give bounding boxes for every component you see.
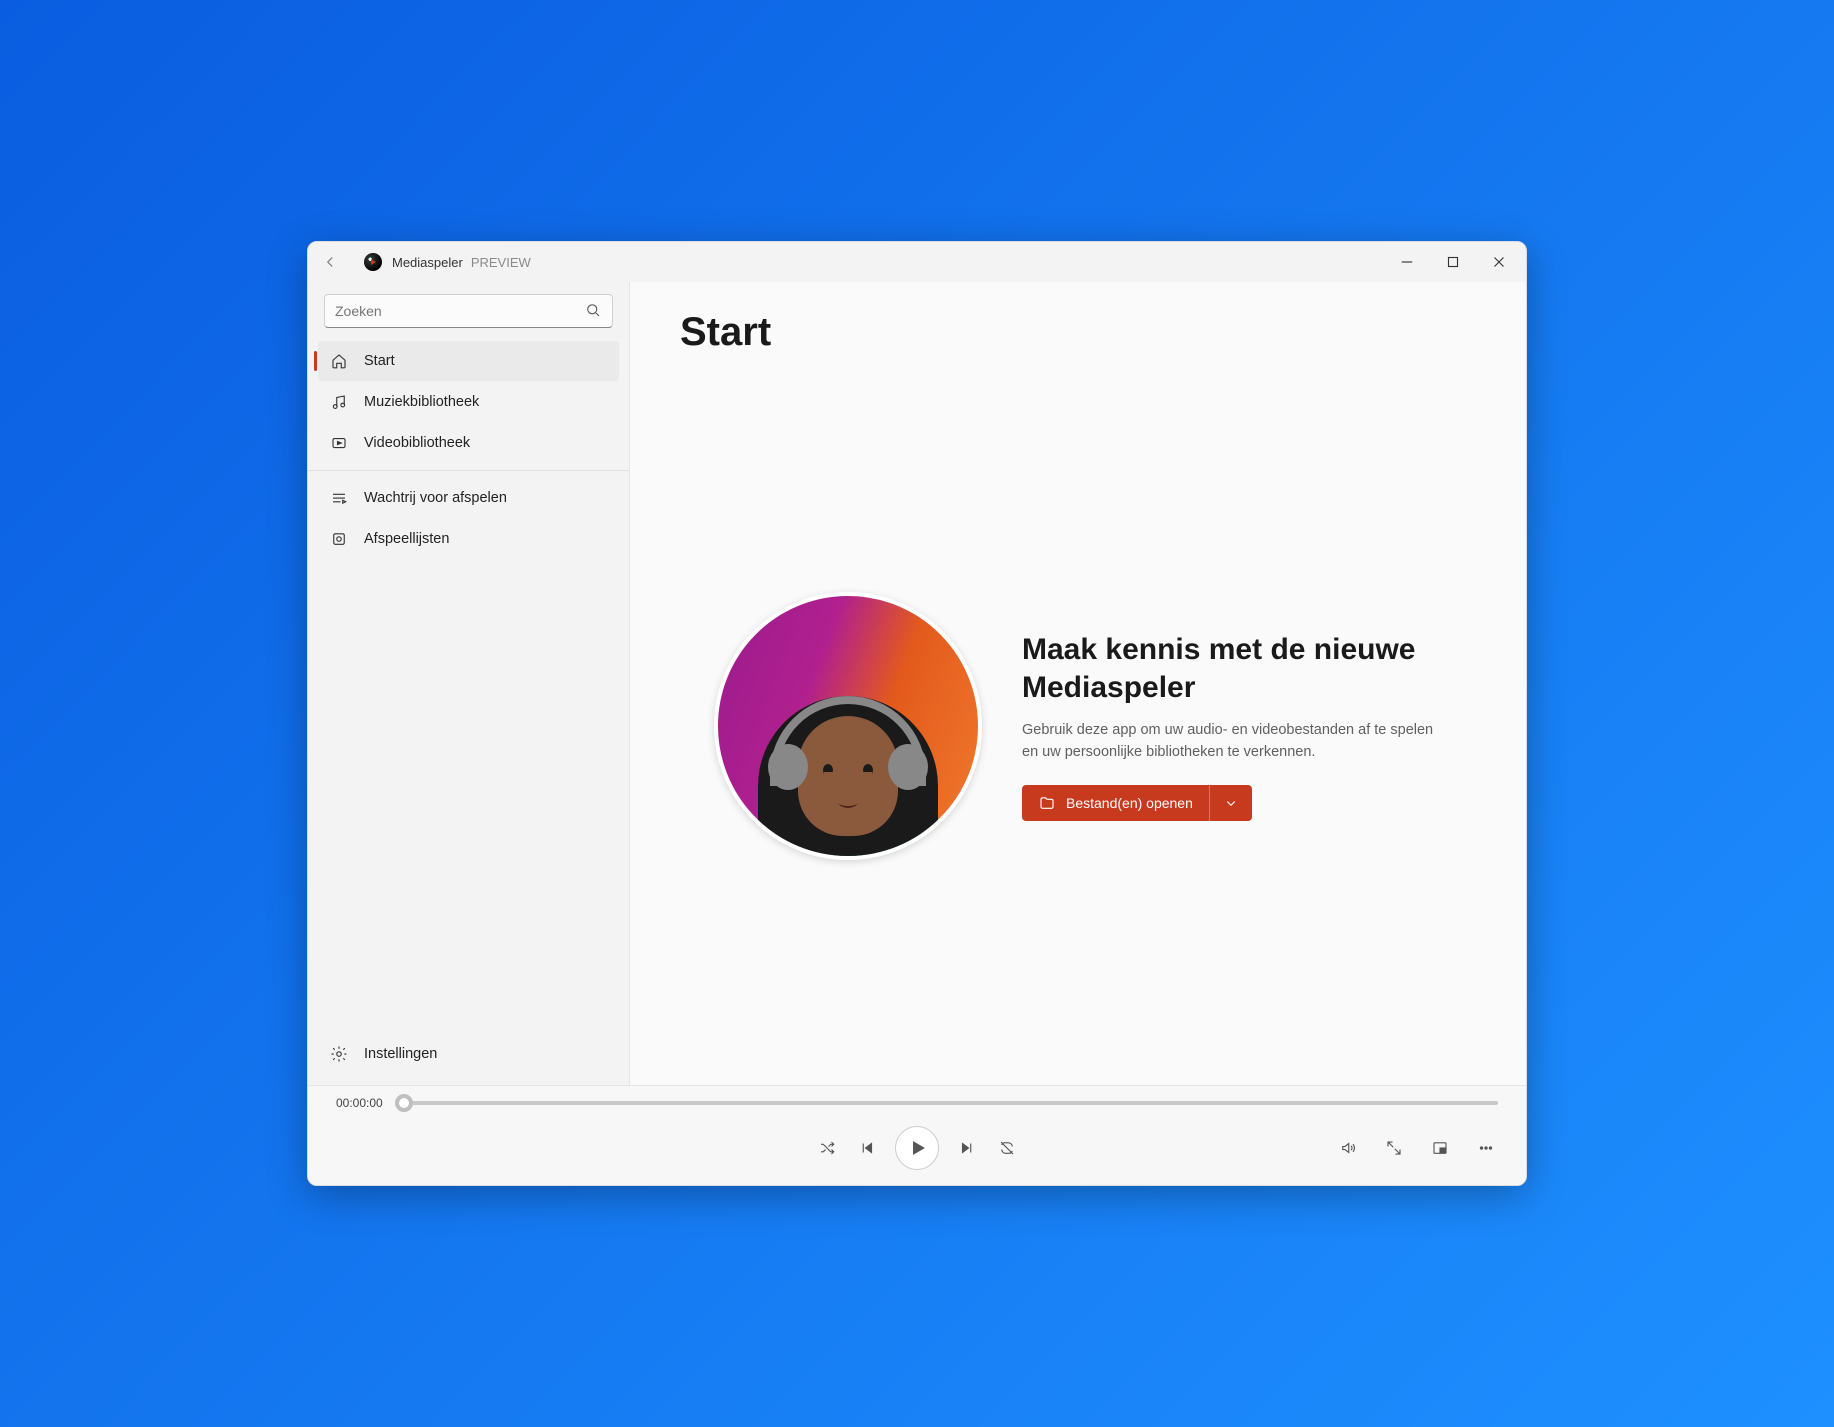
skip-previous-icon xyxy=(858,1139,876,1157)
sidebar-item-settings[interactable]: Instellingen xyxy=(318,1034,619,1074)
open-files-split-button: Bestand(en) openen xyxy=(1022,785,1252,821)
repeat-off-icon xyxy=(998,1139,1016,1157)
search-icon xyxy=(584,301,602,322)
search-input[interactable] xyxy=(335,303,584,319)
sidebar: Start Muziekbibliotheek Videobibliotheek xyxy=(308,282,630,1085)
playlist-icon xyxy=(330,530,348,548)
more-button[interactable] xyxy=(1466,1128,1506,1168)
app-logo-icon xyxy=(364,253,382,271)
app-title: Mediaspeler xyxy=(392,255,463,270)
seek-row: 00:00:00 xyxy=(308,1086,1526,1110)
music-icon xyxy=(330,393,348,411)
sidebar-item-label: Videobibliotheek xyxy=(364,435,470,451)
volume-button[interactable] xyxy=(1328,1128,1368,1168)
skip-next-icon xyxy=(958,1139,976,1157)
preview-tag: PREVIEW xyxy=(471,255,531,270)
sidebar-item-music-library[interactable]: Muziekbibliotheek xyxy=(318,382,619,422)
hero-section: Maak kennis met de nieuwe Mediaspeler Ge… xyxy=(680,395,1476,1057)
sidebar-item-label: Start xyxy=(364,353,395,369)
minimize-button[interactable] xyxy=(1384,246,1430,278)
open-files-label: Bestand(en) openen xyxy=(1066,795,1193,811)
maximize-button[interactable] xyxy=(1430,246,1476,278)
more-icon xyxy=(1477,1139,1495,1157)
titlebar: Mediaspeler PREVIEW xyxy=(308,242,1526,282)
fullscreen-button[interactable] xyxy=(1374,1128,1414,1168)
mini-player-button[interactable] xyxy=(1420,1128,1460,1168)
divider xyxy=(308,470,629,471)
chevron-down-icon xyxy=(1222,794,1240,812)
time-elapsed: 00:00:00 xyxy=(336,1096,386,1110)
shuffle-button[interactable] xyxy=(807,1128,847,1168)
open-files-dropdown-button[interactable] xyxy=(1209,785,1252,821)
sidebar-item-playlists[interactable]: Afspeellijsten xyxy=(318,519,619,559)
volume-icon xyxy=(1339,1139,1357,1157)
hero-description: Gebruik deze app om uw audio- en videobe… xyxy=(1022,720,1442,762)
page-title: Start xyxy=(680,310,1476,355)
hero-title: Maak kennis met de nieuwe Mediaspeler xyxy=(1022,631,1442,706)
player-controls xyxy=(308,1110,1526,1185)
sidebar-item-label: Instellingen xyxy=(364,1046,437,1062)
app-window: Mediaspeler PREVIEW xyxy=(307,241,1527,1186)
video-icon xyxy=(330,434,348,452)
home-icon xyxy=(330,352,348,370)
sidebar-item-label: Afspeellijsten xyxy=(364,531,449,547)
seek-slider[interactable] xyxy=(404,1101,1498,1105)
close-icon xyxy=(1490,253,1508,271)
queue-icon xyxy=(330,489,348,507)
play-icon xyxy=(907,1138,927,1158)
fullscreen-icon xyxy=(1385,1139,1403,1157)
open-files-button[interactable]: Bestand(en) openen xyxy=(1022,785,1209,821)
sidebar-item-label: Muziekbibliotheek xyxy=(364,394,479,410)
sidebar-item-play-queue[interactable]: Wachtrij voor afspelen xyxy=(318,478,619,518)
next-button[interactable] xyxy=(947,1128,987,1168)
main-content: Start xyxy=(630,282,1526,1085)
player-bar: 00:00:00 xyxy=(308,1085,1526,1185)
back-button[interactable] xyxy=(316,248,344,276)
play-button[interactable] xyxy=(895,1126,939,1170)
hero-text: Maak kennis met de nieuwe Mediaspeler Ge… xyxy=(1022,631,1442,820)
maximize-icon xyxy=(1444,253,1462,271)
previous-button[interactable] xyxy=(847,1128,887,1168)
sidebar-item-video-library[interactable]: Videobibliotheek xyxy=(318,423,619,463)
minimize-icon xyxy=(1398,253,1416,271)
right-controls xyxy=(1328,1128,1506,1168)
shuffle-icon xyxy=(818,1139,836,1157)
hero-illustration xyxy=(714,592,982,860)
repeat-button[interactable] xyxy=(987,1128,1027,1168)
body: Start Muziekbibliotheek Videobibliotheek xyxy=(308,282,1526,1085)
close-button[interactable] xyxy=(1476,246,1522,278)
gear-icon xyxy=(330,1045,348,1063)
mini-player-icon xyxy=(1431,1139,1449,1157)
sidebar-item-start[interactable]: Start xyxy=(318,341,619,381)
sidebar-item-label: Wachtrij voor afspelen xyxy=(364,490,507,506)
search-box[interactable] xyxy=(324,294,613,328)
arrow-left-icon xyxy=(321,253,339,271)
folder-icon xyxy=(1038,794,1056,812)
